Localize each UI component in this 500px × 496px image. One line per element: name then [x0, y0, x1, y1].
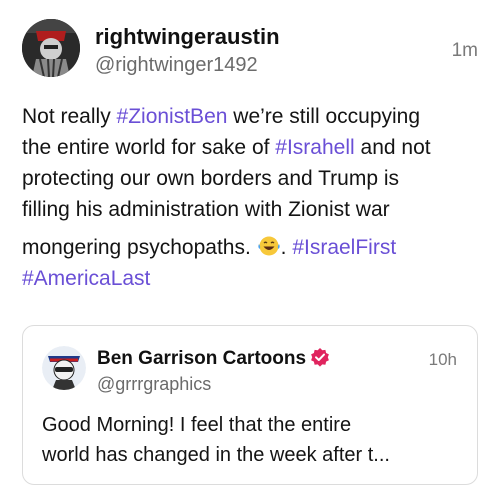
post-text-segment: the entire world for sake of — [22, 136, 276, 159]
post-body-line: mongering psychopaths. . #IsraelFirst — [22, 232, 482, 263]
author-name[interactable]: rightwingeraustin — [95, 24, 280, 50]
hashtag-link[interactable]: #AmericaLast — [22, 267, 150, 290]
quoted-author-name-text: Ben Garrison Cartoons — [97, 348, 307, 369]
post-text-segment: we’re still occupying — [227, 105, 421, 128]
verified-badge-icon — [311, 348, 329, 367]
post-text-segment: and not — [354, 136, 431, 159]
post-text-segment: Not really — [22, 105, 117, 128]
post-body-line: Not really #ZionistBen we’re still occup… — [22, 101, 482, 132]
quoted-avatar-image — [42, 346, 86, 390]
avatar-image — [22, 19, 80, 77]
post-text-segment: . — [280, 236, 293, 259]
post-timestamp[interactable]: 1m — [452, 40, 478, 62]
author-handle[interactable]: @rightwinger1492 — [95, 54, 258, 77]
hashtag-link[interactable]: #Israhell — [275, 136, 354, 159]
quoted-post-card[interactable]: Ben Garrison Cartoons @grrrgraphics 10h … — [22, 325, 478, 485]
quoted-author-name[interactable]: Ben Garrison Cartoons — [97, 347, 330, 370]
post-body-line: protecting our own borders and Trump is — [22, 163, 482, 194]
quoted-text-line: world has changed in the week after t... — [42, 444, 390, 466]
hashtag-link[interactable]: #ZionistBen — [117, 105, 228, 128]
post-text-segment: mongering psychopaths. — [22, 236, 257, 259]
post-text-segment: filling his administration with Zionist … — [22, 198, 390, 221]
laughing-tears-emoji — [257, 236, 280, 256]
quoted-post-text: Good Morning! I feel that the entire wor… — [42, 410, 462, 470]
post-body-line: filling his administration with Zionist … — [22, 194, 482, 225]
quoted-text-line: Good Morning! I feel that the entire — [42, 414, 352, 436]
post: rightwingeraustin @rightwinger1492 1m No… — [0, 0, 500, 496]
post-body-line: the entire world for sake of #Israhell a… — [22, 132, 482, 163]
avatar[interactable] — [22, 19, 80, 77]
post-body: Not really #ZionistBen we’re still occup… — [22, 101, 482, 294]
quoted-timestamp[interactable]: 10h — [429, 350, 457, 370]
quoted-author-handle[interactable]: @grrrgraphics — [97, 374, 211, 395]
post-body-line: #AmericaLast — [22, 263, 482, 294]
post-text-segment: protecting our own borders and Trump is — [22, 167, 400, 190]
hashtag-link[interactable]: #IsraelFirst — [292, 236, 396, 259]
quoted-avatar[interactable] — [42, 346, 86, 390]
